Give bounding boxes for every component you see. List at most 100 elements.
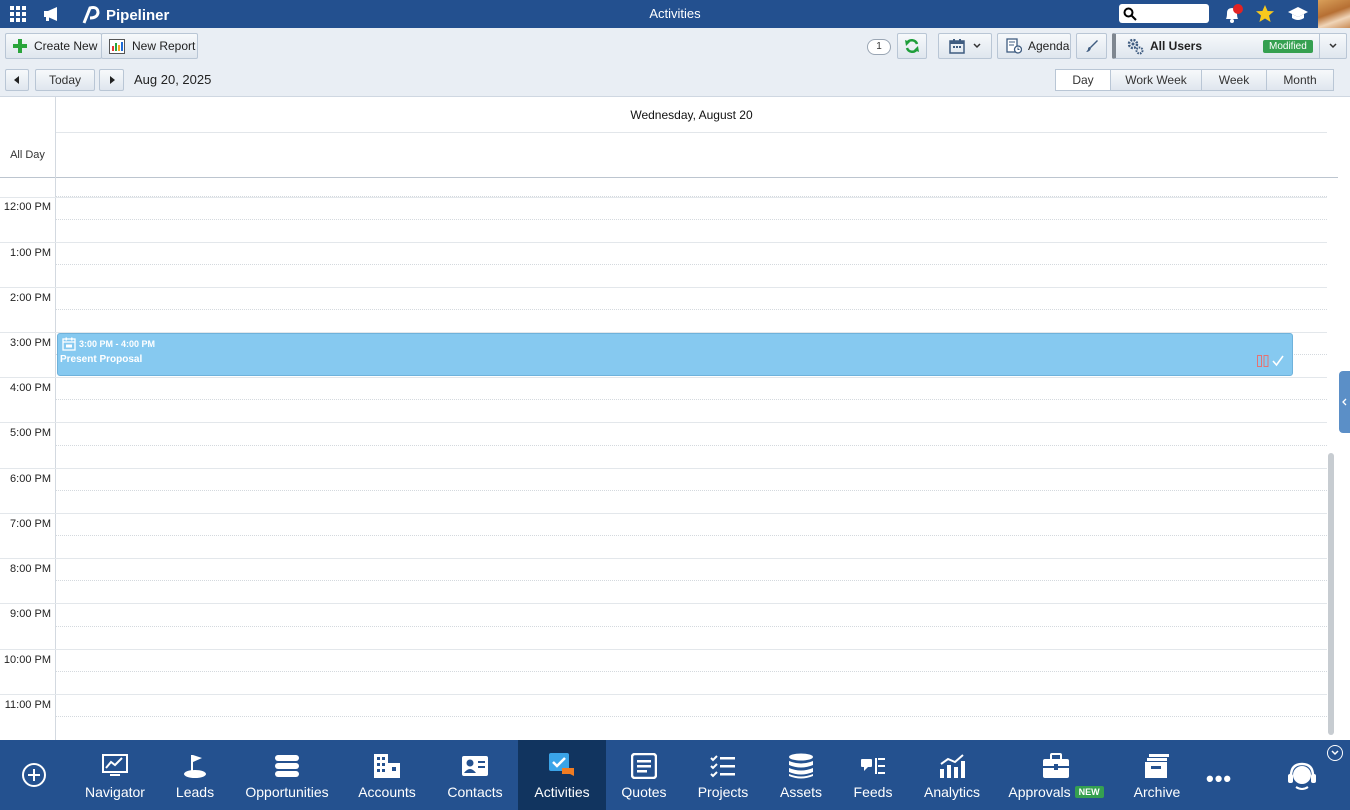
nav-label: Quotes bbox=[621, 784, 667, 800]
nav-contacts[interactable]: Contacts bbox=[445, 740, 505, 810]
hour-line bbox=[0, 422, 1327, 423]
bell-icon[interactable] bbox=[1222, 4, 1243, 27]
notification-dot bbox=[1233, 4, 1243, 14]
count-badge: 1 bbox=[867, 39, 891, 55]
projects-icon bbox=[710, 751, 736, 781]
time-label: 5:00 PM bbox=[10, 427, 51, 439]
half-hour-line bbox=[56, 490, 1327, 491]
bottom-navigation: Navigator Leads Opportunities Accounts C… bbox=[0, 740, 1350, 810]
agenda-button[interactable]: Agenda bbox=[997, 33, 1071, 59]
day-header: Wednesday, August 20 bbox=[56, 97, 1327, 133]
refresh-icon bbox=[905, 38, 919, 54]
nav-feeds[interactable]: Feeds bbox=[852, 740, 894, 810]
all-day-row[interactable] bbox=[0, 132, 1338, 178]
leads-icon bbox=[182, 751, 208, 781]
half-hour-line bbox=[56, 445, 1327, 446]
calendar-view-dropdown[interactable] bbox=[938, 33, 992, 59]
nav-analytics[interactable]: Analytics bbox=[922, 740, 982, 810]
agenda-label: Agenda bbox=[1028, 39, 1070, 53]
nav-archive[interactable]: Archive bbox=[1130, 740, 1184, 810]
accounts-icon bbox=[373, 751, 401, 781]
hour-line bbox=[0, 287, 1327, 288]
time-label: 10:00 PM bbox=[3, 654, 51, 666]
half-hour-line bbox=[56, 399, 1327, 400]
nav-label: Opportunities bbox=[245, 784, 329, 800]
nav-accounts[interactable]: Accounts bbox=[358, 740, 416, 810]
time-label: 8:00 PM bbox=[10, 563, 51, 575]
create-new-label: Create New bbox=[34, 39, 98, 53]
view-day-button[interactable]: Day bbox=[1055, 69, 1111, 91]
view-week-button[interactable]: Week bbox=[1202, 69, 1267, 91]
feeds-icon bbox=[860, 751, 886, 781]
brush-icon bbox=[1085, 40, 1098, 52]
previous-day-button[interactable] bbox=[5, 69, 29, 91]
nav-label: Accounts bbox=[358, 784, 416, 800]
calendar-icon bbox=[949, 39, 965, 54]
archive-icon bbox=[1144, 751, 1170, 781]
event-time: 3:00 PM - 4:00 PM bbox=[79, 339, 156, 349]
calendar-event[interactable]: 3:00 PM - 4:00 PM Present Proposal bbox=[57, 333, 1293, 376]
search-input[interactable] bbox=[1119, 4, 1209, 23]
avatar[interactable] bbox=[1318, 0, 1350, 28]
contacts-icon bbox=[461, 751, 489, 781]
event-status bbox=[1257, 355, 1284, 367]
half-hour-line bbox=[56, 264, 1327, 265]
graduation-cap-icon[interactable] bbox=[1288, 5, 1308, 26]
collapse-button[interactable] bbox=[1327, 745, 1343, 761]
caret-right-icon bbox=[109, 76, 115, 84]
create-new-button[interactable]: Create New bbox=[5, 33, 102, 59]
quick-add-button[interactable] bbox=[22, 763, 46, 787]
nav-assets[interactable]: Assets bbox=[778, 740, 824, 810]
top-bar: Pipeliner Activities bbox=[0, 0, 1350, 28]
nav-quotes[interactable]: Quotes bbox=[620, 740, 668, 810]
star-icon[interactable] bbox=[1255, 4, 1275, 27]
view-month-button[interactable]: Month bbox=[1267, 69, 1334, 91]
hour-line bbox=[0, 468, 1327, 469]
check-icon[interactable] bbox=[1272, 355, 1284, 367]
all-day-label: All Day bbox=[10, 149, 45, 161]
nav-opportunities[interactable]: Opportunities bbox=[245, 740, 329, 810]
new-report-button[interactable]: New Report bbox=[101, 33, 198, 59]
nav-label: Assets bbox=[779, 784, 822, 800]
hour-line bbox=[0, 558, 1327, 559]
quotes-icon bbox=[631, 751, 657, 781]
time-label: 1:00 PM bbox=[10, 247, 51, 259]
nav-projects[interactable]: Projects bbox=[695, 740, 751, 810]
hour-line bbox=[0, 513, 1327, 514]
half-hour-line bbox=[56, 716, 1327, 717]
view-work-week-button[interactable]: Work Week bbox=[1111, 69, 1202, 91]
hour-line bbox=[0, 242, 1327, 243]
user-filter-dropdown[interactable]: All Users Modified bbox=[1112, 33, 1347, 59]
nav-label: Analytics bbox=[923, 784, 981, 800]
support-headset-icon[interactable] bbox=[1287, 761, 1317, 794]
time-column-divider bbox=[55, 97, 56, 740]
time-label: 7:00 PM bbox=[10, 518, 51, 530]
half-hour-line bbox=[56, 580, 1327, 581]
nav-activities[interactable]: Activities bbox=[518, 740, 606, 810]
time-label: 6:00 PM bbox=[10, 473, 51, 485]
event-subject: Present Proposal bbox=[60, 354, 143, 365]
customize-button[interactable] bbox=[1076, 33, 1107, 59]
side-panel-toggle[interactable] bbox=[1339, 371, 1350, 433]
refresh-button[interactable] bbox=[897, 33, 927, 59]
nav-leads[interactable]: Leads bbox=[172, 740, 218, 810]
opportunities-icon bbox=[274, 751, 300, 781]
status-bars-icon bbox=[1257, 355, 1269, 367]
scrollbar[interactable] bbox=[1328, 453, 1334, 735]
next-day-button[interactable] bbox=[99, 69, 124, 91]
nav-approvals[interactable]: Approvals NEW bbox=[1008, 740, 1104, 810]
half-hour-line bbox=[56, 535, 1327, 536]
more-button[interactable]: ••• bbox=[1206, 766, 1232, 792]
half-hour-line bbox=[56, 309, 1327, 310]
nav-label: Projects bbox=[697, 784, 749, 800]
new-report-label: New Report bbox=[132, 39, 196, 53]
chevron-down-icon[interactable] bbox=[1319, 34, 1346, 58]
plus-icon bbox=[13, 39, 27, 53]
today-button[interactable]: Today bbox=[35, 69, 95, 91]
report-icon bbox=[109, 38, 125, 54]
search-icon bbox=[1123, 7, 1137, 21]
view-switcher: Day Work Week Week Month bbox=[1055, 69, 1334, 91]
nav-navigator[interactable]: Navigator bbox=[80, 740, 150, 810]
time-label: 12:00 PM bbox=[3, 201, 51, 213]
nav-label: Leads bbox=[175, 784, 215, 800]
